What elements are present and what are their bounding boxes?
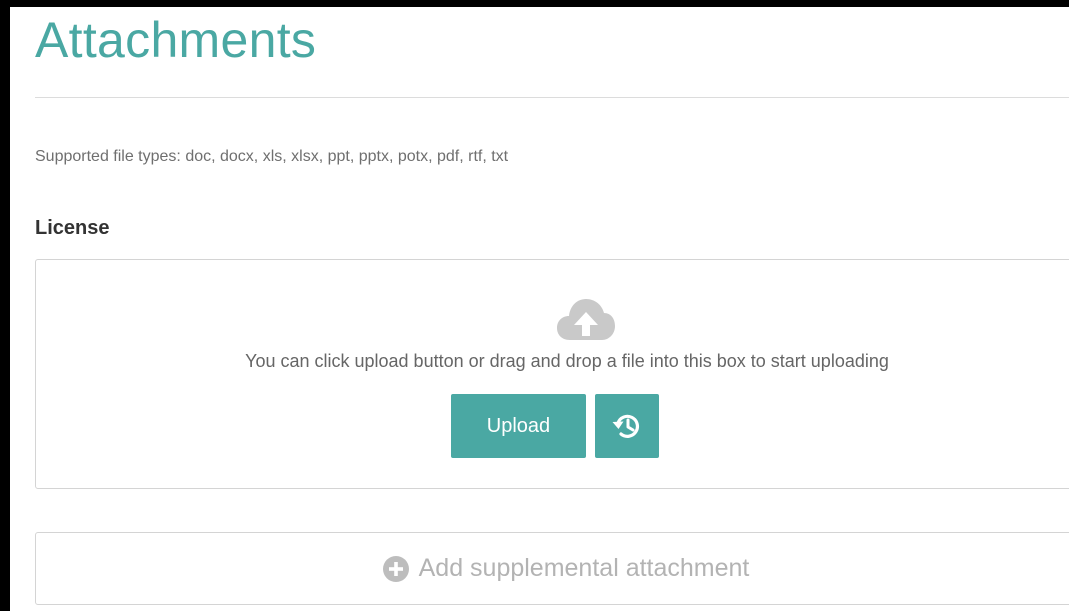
plus-circle-icon [382,555,409,582]
license-drop-zone[interactable]: You can click upload button or drag and … [35,259,1069,489]
upload-button[interactable]: Upload [451,394,586,458]
restore-history-button[interactable] [595,394,659,458]
add-supplemental-content: Add supplemental attachment [36,533,1069,604]
add-supplemental-attachment-button[interactable]: Add supplemental attachment [35,532,1069,605]
attachments-panel: Attachments Supported file types: doc, d… [10,7,1069,611]
title-divider [35,97,1069,98]
license-section-label: License [35,217,110,239]
add-supplemental-label: Add supplemental attachment [418,554,750,582]
history-icon [612,414,640,438]
drop-zone-hint: You can click upload button or drag and … [245,351,889,371]
cloud-upload-icon [557,299,615,340]
supported-file-types: Supported file types: doc, docx, xls, xl… [35,148,509,165]
page-title: Attachments [35,12,317,68]
